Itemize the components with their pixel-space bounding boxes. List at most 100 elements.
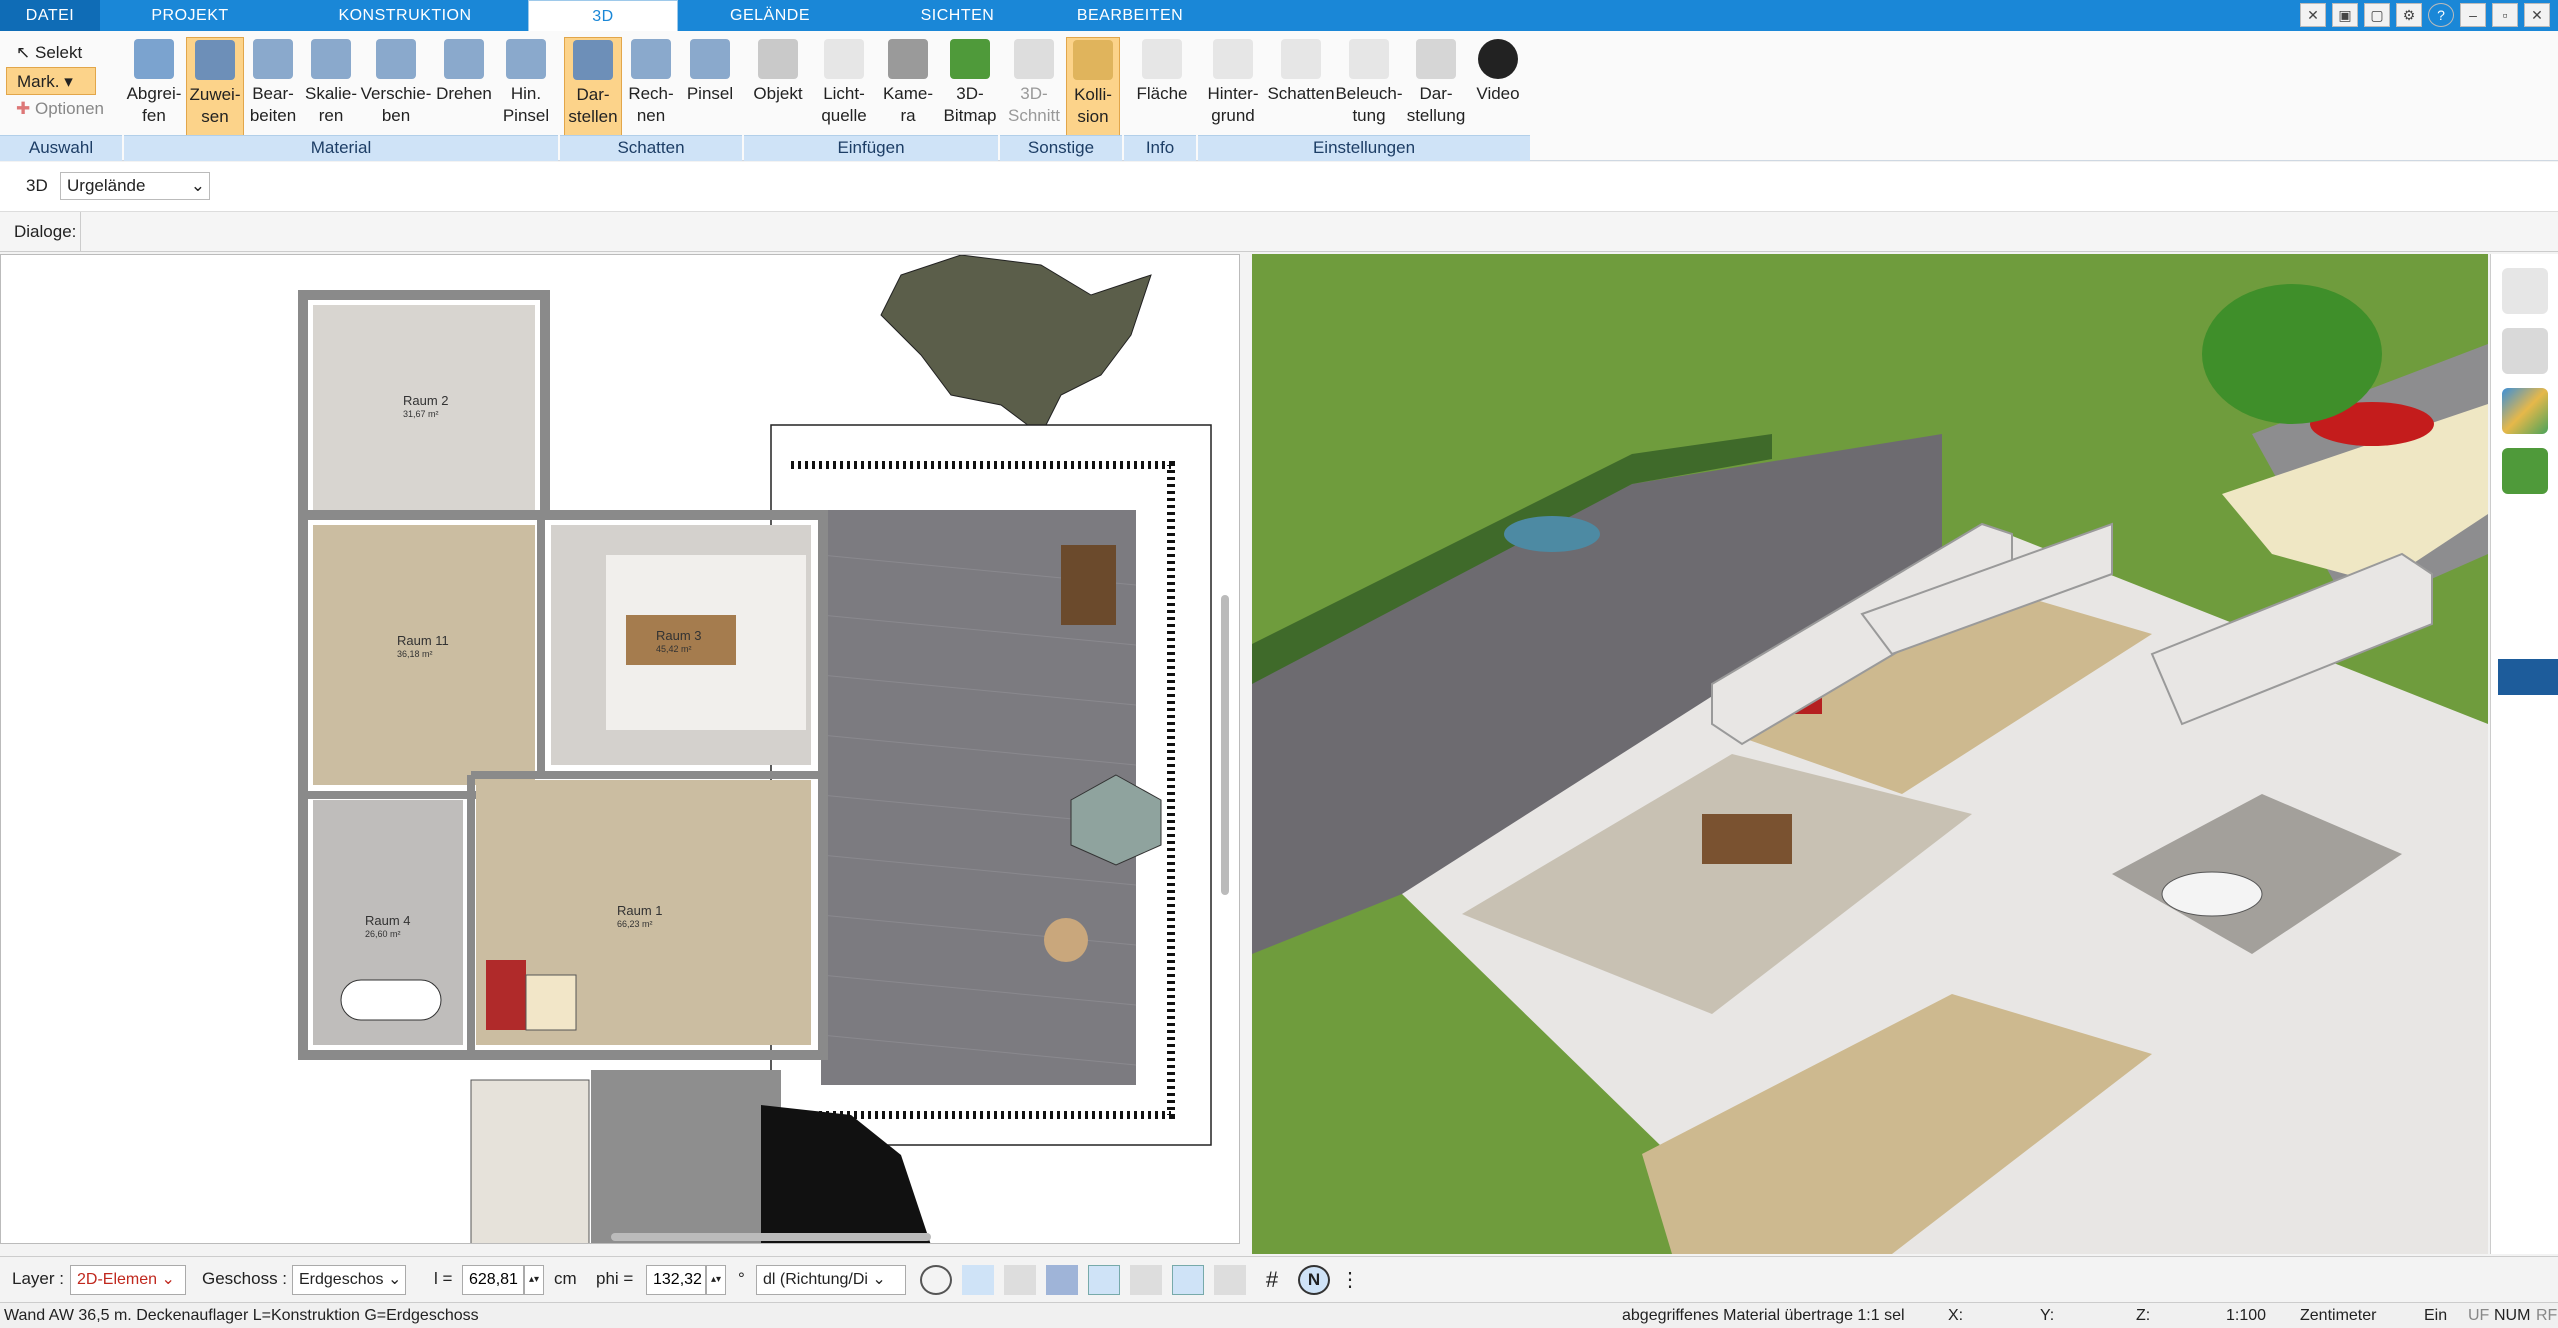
abgreifen-button[interactable]: Abgrei- fen [124,37,184,137]
beleuchtung-button[interactable]: Beleuch- tung [1334,37,1404,137]
room-name: Raum 11 [397,633,449,648]
mark-button[interactable]: Mark. ▾ [6,67,96,95]
selection-panel: ↖ Selekt Mark. ▾ ✚ Optionen [6,39,114,123]
clock-icon[interactable] [920,1265,952,1295]
shrub-top [880,255,1152,436]
objekt-button[interactable]: Objekt [748,37,808,137]
layer-select[interactable]: 2D-Elemen ⌄ [70,1265,186,1295]
group-schatten: Schatten [560,135,742,161]
layer-plane-icon[interactable] [1172,1265,1204,1295]
north-icon[interactable]: N [1298,1265,1330,1295]
material-catalog-icon[interactable] [2501,388,2548,434]
coord-y: Y: [2040,1307,2055,1324]
3d-schnitt-button[interactable]: 3D- Schnitt [1004,37,1064,137]
wave-icon[interactable] [1214,1265,1246,1295]
status-hint: abgegriffenes Material übertrage 1:1 sel [1622,1307,1905,1324]
panel-toggle-button[interactable] [2498,659,2558,695]
zuweisen-button[interactable]: Zuwei- sen [186,37,244,137]
darstellen-button[interactable]: Dar- stellen [564,37,622,137]
abgreifen-label: Abgrei- fen [126,84,182,125]
tab-gelaende[interactable]: GELÄNDE [690,0,850,31]
view-toolbar: 3D Urgelände ⌄ [0,162,2558,212]
3d-view[interactable] [1252,254,2488,1254]
group-material: Material [124,135,558,161]
plant-catalog-icon[interactable] [2501,448,2548,494]
flaeche-button[interactable]: Fläche [1130,37,1194,137]
room-name: Raum 3 [656,628,702,643]
group-einstellungen: Einstellungen [1198,135,1530,161]
chair-icon [758,39,798,79]
tab-projekt[interactable]: PROJEKT [100,0,280,31]
presentation-icon[interactable] [962,1265,994,1295]
more-icon[interactable]: ⋮ [1340,1265,1360,1295]
schatten-settings-button[interactable]: Schatten [1266,37,1336,137]
patio-umbrella [1504,516,1600,552]
coord-z: Z: [2136,1307,2151,1324]
ein-indicator: Ein [2424,1307,2448,1324]
schatten-pinsel-button[interactable]: Pinsel [680,37,740,137]
video-button[interactable]: Video [1468,37,1528,137]
bearbeiten-button[interactable]: Bear- beiten [246,37,300,137]
drehen-label: Drehen [436,84,492,103]
geschoss-select[interactable]: Erdgeschos ⌄ [292,1265,406,1295]
darstellung-button[interactable]: Dar- stellung [1404,37,1468,137]
phi-stepper[interactable]: ▴▾ [706,1265,726,1295]
menu-file[interactable]: DATEI [0,0,100,31]
room-area: 31,67 m² [403,409,439,419]
select-button[interactable]: ↖ Selekt [6,39,114,67]
direction-select[interactable]: dl (Richtung/Di ⌄ [756,1265,906,1295]
hatch-icon[interactable] [1130,1265,1162,1295]
drehen-button[interactable]: Drehen [434,37,494,137]
coord-x: X: [1948,1307,1964,1324]
hintergrund-button[interactable]: Hinter- grund [1200,37,1266,137]
maximize-button[interactable]: ▫ [2492,3,2518,27]
terrain-select[interactable]: Urgelände ⌄ [60,172,210,200]
darstellung-label: Dar- stellung [1406,84,1466,125]
length-stepper[interactable]: ▴▾ [524,1265,544,1295]
settings-icon[interactable]: ⚙ [2396,3,2422,27]
terrain-value: Urgelände [67,176,146,195]
restore-panel-icon[interactable]: ▣ [2332,3,2358,27]
move-icon [376,39,416,79]
dialog-bar: Dialoge: [0,212,2558,252]
grid-icon[interactable]: # [1256,1265,1288,1295]
hin-pinsel-button[interactable]: Hin. Pinsel [496,37,556,137]
chair-catalog-icon[interactable] [2501,328,2548,374]
window-icon[interactable]: ▢ [2364,3,2390,27]
verschieben-button[interactable]: Verschie- ben [360,37,432,137]
kamera-button[interactable]: Kame- ra [878,37,938,137]
rechnen-button[interactable]: Rech- nen [624,37,678,137]
kollision-button[interactable]: Kolli- sion [1066,37,1120,137]
length-input[interactable] [462,1265,524,1295]
help-icon[interactable]: ? [2428,3,2454,27]
robot-icon[interactable] [1004,1265,1036,1295]
room-name: Raum 1 [617,903,663,918]
cube-icon[interactable] [1046,1265,1078,1295]
tab-konstruktion[interactable]: KONSTRUKTION [300,0,510,31]
minimize-button[interactable]: – [2460,3,2486,27]
close-button[interactable]: ✕ [2524,3,2550,27]
select-label: Selekt [34,43,83,62]
skalieren-button[interactable]: Skalie- ren [302,37,360,137]
sofa [486,960,526,1030]
horizontal-scrollbar[interactable] [611,1233,931,1241]
patio-bench [1061,545,1116,625]
lichtquelle-button[interactable]: Licht- quelle [812,37,876,137]
snap-line-icon[interactable] [1088,1265,1120,1295]
options-button[interactable]: ✚ Optionen [6,95,114,123]
camera-icon [888,39,928,79]
phi-input[interactable] [646,1265,706,1295]
geschoss-value: Erdgeschos [299,1271,384,1288]
chevron-down-icon: ⌄ [190,176,205,195]
tab-bearbeiten[interactable]: BEARBEITEN [1040,0,1220,31]
floor-plan-view[interactable]: Raum 2 31,67 m² Raum 11 36,18 m² Raum 3 … [0,254,1240,1244]
tools-icon[interactable]: ✕ [2300,3,2326,27]
cursor-icon: ↖ [16,43,31,62]
hin-pinsel-label: Hin. Pinsel [502,84,550,125]
layers-icon[interactable] [2501,268,2548,314]
kamera-label: Kame- ra [882,84,934,125]
vertical-scrollbar[interactable] [1221,595,1229,895]
tab-sichten[interactable]: SICHTEN [880,0,1035,31]
tab-3d[interactable]: 3D [528,0,678,31]
3d-bitmap-button[interactable]: 3D- Bitmap [940,37,1000,137]
